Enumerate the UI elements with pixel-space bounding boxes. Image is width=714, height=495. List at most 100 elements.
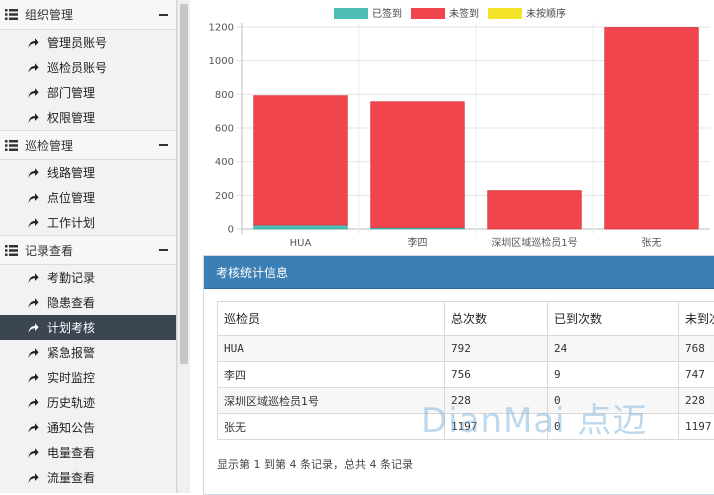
sidebar-item-label: 工作计划 bbox=[47, 214, 95, 231]
table-row[interactable]: HUA79224768 bbox=[218, 336, 714, 362]
legend-swatch[interactable] bbox=[334, 8, 368, 19]
collapse-icon[interactable] bbox=[159, 14, 168, 16]
x-tick-label: 李四 bbox=[408, 236, 428, 249]
panel-title: 考核统计信息 bbox=[216, 264, 288, 281]
sidebar-item-label: 实时监控 bbox=[47, 369, 95, 386]
sidebar-scroll-thumb[interactable] bbox=[180, 4, 188, 364]
pagination-summary: 显示第 1 到第 4 条记录，总共 4 条记录 bbox=[217, 456, 714, 472]
sidebar: 组织管理管理员账号巡检员账号部门管理权限管理巡检管理线路管理点位管理工作计划记录… bbox=[0, 0, 177, 493]
col-header-arrived[interactable]: 已到次数 bbox=[548, 302, 679, 336]
x-tick-label: 深圳区域巡检员1号 bbox=[491, 236, 577, 249]
y-tick-label: 1200 bbox=[209, 23, 234, 34]
sidebar-item[interactable]: 计划考核 bbox=[0, 315, 176, 340]
y-tick-label: 200 bbox=[215, 191, 234, 202]
share-arrow-icon bbox=[27, 447, 39, 459]
share-arrow-icon bbox=[27, 167, 39, 179]
share-arrow-icon bbox=[27, 62, 39, 74]
table-cell: 0 bbox=[548, 388, 679, 414]
sidebar-group-title: 组织管理 bbox=[25, 6, 159, 23]
table-cell: 792 bbox=[445, 336, 548, 362]
sidebar-item[interactable]: 巡检员账号 bbox=[0, 55, 176, 80]
table-header-row: 巡检员 总次数 已到次数 未到次数 bbox=[218, 302, 714, 336]
table-cell: 228 bbox=[445, 388, 548, 414]
sidebar-group-title: 巡检管理 bbox=[25, 137, 159, 154]
sidebar-item[interactable]: 权限管理 bbox=[0, 105, 176, 130]
legend-label[interactable]: 未按顺序 bbox=[526, 7, 566, 20]
share-arrow-icon bbox=[27, 87, 39, 99]
bar-segment[interactable] bbox=[605, 28, 699, 229]
table-cell: 768 bbox=[679, 336, 714, 362]
sidebar-item[interactable]: 部门管理 bbox=[0, 80, 176, 105]
collapse-icon[interactable] bbox=[159, 144, 168, 146]
x-tick-label: 张无 bbox=[642, 237, 662, 249]
y-tick-label: 800 bbox=[215, 90, 234, 101]
sidebar-item[interactable]: 紧急报警 bbox=[0, 340, 176, 365]
bar-segment[interactable] bbox=[488, 191, 582, 229]
col-header-inspector[interactable]: 巡检员 bbox=[218, 302, 445, 336]
legend-label[interactable]: 未签到 bbox=[449, 7, 479, 20]
table-cell: 9 bbox=[548, 362, 679, 388]
sidebar-item-label: 计划考核 bbox=[47, 319, 95, 336]
col-header-missed[interactable]: 未到次数 bbox=[679, 302, 714, 336]
sidebar-item[interactable]: 管理员账号 bbox=[0, 30, 176, 55]
bar-segment[interactable] bbox=[254, 96, 348, 225]
sidebar-item[interactable]: 电量查看 bbox=[0, 440, 176, 465]
table-row[interactable]: 李四7569747 bbox=[218, 362, 714, 388]
chart-container: 020040060080010001200HUA李四深圳区域巡检员1号张无已签到… bbox=[190, 0, 714, 255]
share-arrow-icon bbox=[27, 397, 39, 409]
sidebar-item[interactable]: 点位管理 bbox=[0, 185, 176, 210]
sidebar-item-label: 部门管理 bbox=[47, 84, 95, 101]
sidebar-item[interactable]: 通知公告 bbox=[0, 415, 176, 440]
share-arrow-icon bbox=[27, 422, 39, 434]
table-cell: 0 bbox=[548, 414, 679, 440]
legend-swatch[interactable] bbox=[488, 8, 522, 19]
sidebar-group-header[interactable]: 组织管理 bbox=[0, 0, 176, 30]
sidebar-item-label: 历史轨迹 bbox=[47, 394, 95, 411]
sidebar-item-label: 流量查看 bbox=[47, 469, 95, 486]
sidebar-item[interactable]: 线路管理 bbox=[0, 160, 176, 185]
sidebar-item-label: 巡检员账号 bbox=[47, 59, 107, 76]
table-cell: 李四 bbox=[218, 362, 445, 388]
sidebar-item[interactable]: 考勤记录 bbox=[0, 265, 176, 290]
share-arrow-icon bbox=[27, 217, 39, 229]
col-header-total[interactable]: 总次数 bbox=[445, 302, 548, 336]
sidebar-item-label: 考勤记录 bbox=[47, 269, 95, 286]
sidebar-scrollbar[interactable] bbox=[177, 0, 190, 493]
sidebar-item-label: 管理员账号 bbox=[47, 34, 107, 51]
table-body: HUA79224768李四7569747深圳区域巡检员1号2280228张无11… bbox=[218, 336, 714, 440]
sidebar-item[interactable]: 历史轨迹 bbox=[0, 390, 176, 415]
table-row[interactable]: 张无119701197 bbox=[218, 414, 714, 440]
collapse-icon[interactable] bbox=[159, 249, 168, 251]
table-cell: 张无 bbox=[218, 414, 445, 440]
legend-label[interactable]: 已签到 bbox=[372, 7, 402, 20]
share-arrow-icon bbox=[27, 472, 39, 484]
table-row[interactable]: 深圳区域巡检员1号2280228 bbox=[218, 388, 714, 414]
sidebar-item[interactable]: 隐患查看 bbox=[0, 290, 176, 315]
stats-panel: 考核统计信息 巡检员 总次数 已到次数 未到次数 HUA79224768李四75… bbox=[203, 255, 714, 495]
legend-swatch[interactable] bbox=[411, 8, 445, 19]
stats-table: 巡检员 总次数 已到次数 未到次数 HUA79224768李四7569747深圳… bbox=[217, 301, 714, 440]
share-arrow-icon bbox=[27, 192, 39, 204]
bar-segment[interactable] bbox=[254, 225, 348, 229]
sidebar-group-header[interactable]: 记录查看 bbox=[0, 235, 176, 265]
sidebar-group-title: 记录查看 bbox=[25, 242, 159, 259]
y-tick-label: 1000 bbox=[209, 56, 234, 67]
share-arrow-icon bbox=[27, 372, 39, 384]
sidebar-item-label: 点位管理 bbox=[47, 189, 95, 206]
list-icon bbox=[5, 140, 18, 151]
table-cell: HUA bbox=[218, 336, 445, 362]
sidebar-item[interactable]: 工作计划 bbox=[0, 210, 176, 235]
share-arrow-icon bbox=[27, 272, 39, 284]
y-tick-label: 600 bbox=[215, 124, 234, 135]
sidebar-item-label: 紧急报警 bbox=[47, 344, 95, 361]
bar-segment[interactable] bbox=[371, 102, 465, 228]
sidebar-item[interactable]: 实时监控 bbox=[0, 365, 176, 390]
bar-chart: 020040060080010001200HUA李四深圳区域巡检员1号张无已签到… bbox=[190, 0, 714, 255]
table-cell: 深圳区域巡检员1号 bbox=[218, 388, 445, 414]
sidebar-group-header[interactable]: 巡检管理 bbox=[0, 130, 176, 160]
sidebar-item[interactable]: 流量查看 bbox=[0, 465, 176, 490]
y-tick-label: 400 bbox=[215, 157, 234, 168]
sidebar-item-label: 线路管理 bbox=[47, 164, 95, 181]
sidebar-item-label: 权限管理 bbox=[47, 109, 95, 126]
list-icon bbox=[5, 245, 18, 256]
